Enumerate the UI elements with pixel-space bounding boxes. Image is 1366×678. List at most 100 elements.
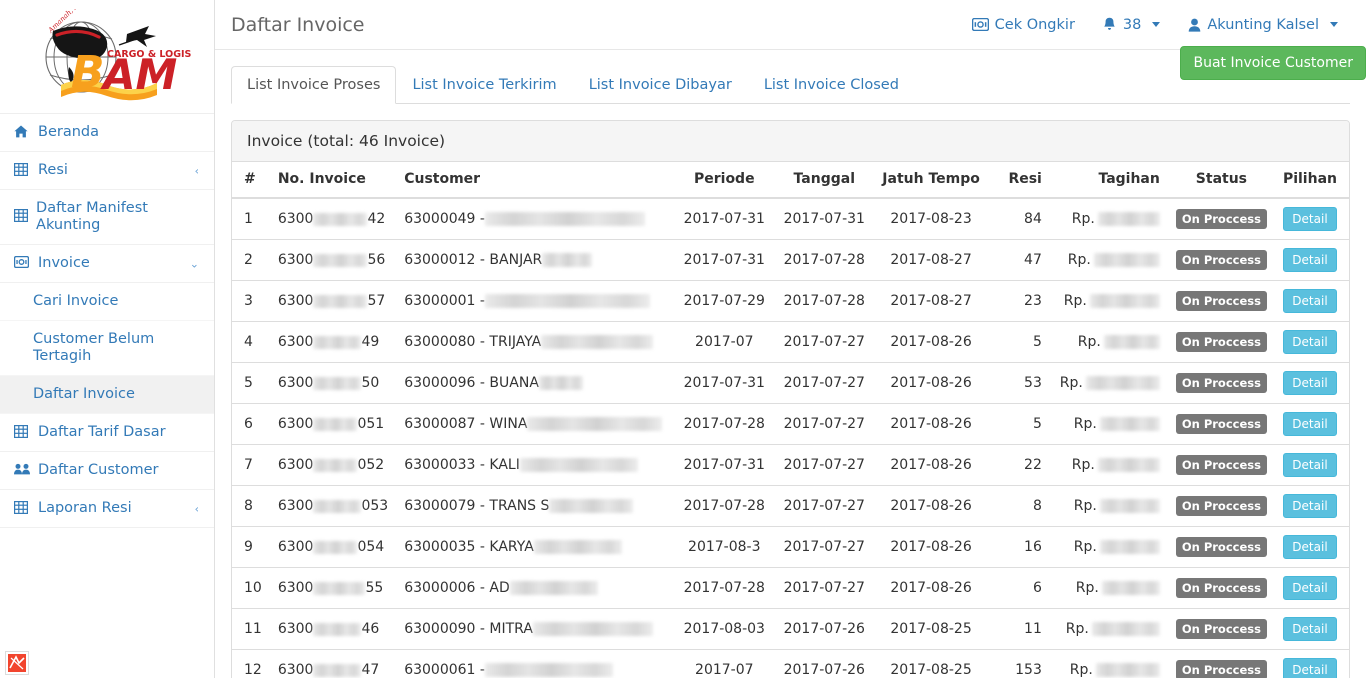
notifications-dropdown[interactable]: 38 [1089, 17, 1174, 33]
cell-customer: 63000033 - KALI [396, 444, 675, 486]
table-row[interactable]: 11 6300 46 63000090 - MITRA 2017-08-03 2017-0… [232, 608, 1349, 650]
col-header-status[interactable]: Status [1167, 162, 1275, 199]
cell-tanggal: 2017-07-26 [774, 649, 875, 678]
cell-periode: 2017-07-29 [674, 280, 775, 322]
col-header-periode[interactable]: Periode [674, 162, 775, 199]
detail-button[interactable]: Detail [1283, 617, 1337, 641]
sidebar-item-invoice[interactable]: Invoice ⌄ [0, 245, 214, 283]
user-menu-dropdown[interactable]: Akunting Kalsel [1174, 17, 1352, 33]
detail-button[interactable]: Detail [1283, 412, 1337, 436]
table-row[interactable]: 8 6300 053 63000079 - TRANS S 2017-07-28 2017… [232, 485, 1349, 527]
cell-tanggal: 2017-07-28 [774, 239, 875, 281]
table-row[interactable]: 5 6300 50 63000096 - BUANA 2017-07-31 2017-07… [232, 362, 1349, 404]
cell-index: 5 [232, 362, 270, 404]
currency-prefix: Rp. [1073, 498, 1097, 514]
cell-customer: 63000012 - BANJAR [396, 239, 675, 281]
cell-no-invoice: 6300 052 [269, 444, 397, 486]
sidebar-nav: Beranda Resi ‹ Daftar Manifest Akunting Invo… [0, 114, 214, 528]
table-row[interactable]: 12 6300 47 63000061 - 2017-07 2017-07-26 2017… [232, 649, 1349, 678]
redacted-text [313, 540, 358, 554]
cell-index: 11 [232, 608, 270, 650]
col-header-tanggal[interactable]: Tanggal [774, 162, 875, 199]
detail-button[interactable]: Detail [1283, 289, 1337, 313]
col-header-jatuh-tempo[interactable]: Jatuh Tempo [874, 162, 988, 199]
redacted-text [484, 663, 613, 677]
table-row[interactable]: 2 6300 56 63000012 - BANJAR 2017-07-31 2017-0… [232, 239, 1349, 281]
detail-button[interactable]: Detail [1283, 658, 1337, 678]
cell-pilihan: Detail [1274, 362, 1349, 404]
col-header-pilihan[interactable]: Pilihan [1274, 162, 1349, 199]
customer-name: 63000012 - BANJAR [404, 252, 593, 268]
status-badge: On Proccess [1175, 455, 1267, 475]
detail-button[interactable]: Detail [1283, 494, 1337, 518]
detail-button[interactable]: Detail [1283, 248, 1337, 272]
tagihan-amount: Rp. [1072, 457, 1160, 473]
redacted-text [313, 458, 358, 472]
tab-list-invoice-dibayar[interactable]: List Invoice Dibayar [573, 66, 748, 104]
cell-tagihan: Rp. [1049, 485, 1168, 527]
cek-ongkir-link[interactable]: Cek Ongkir [958, 17, 1089, 33]
table-row[interactable]: 1 6300 42 63000049 - 2017-07-31 2017-07-31 20… [232, 197, 1349, 240]
cell-tagihan: Rp. [1049, 280, 1168, 322]
brand-logo[interactable]: Amanah, Aman & Tepat B AM CARGO & LOGIST… [0, 0, 214, 114]
table-icon [14, 424, 31, 441]
tab-list-invoice-closed[interactable]: List Invoice Closed [748, 66, 915, 104]
sidebar-item-label: Invoice [38, 255, 90, 271]
cell-pilihan: Detail [1274, 321, 1349, 363]
tagihan-amount: Rp. [1066, 621, 1160, 637]
status-badge: On Proccess [1175, 373, 1267, 393]
detail-button[interactable]: Detail [1283, 330, 1337, 354]
cell-no-invoice: 6300 47 [269, 649, 397, 678]
sidebar: Amanah, Aman & Tepat B AM CARGO & LOGIST… [0, 0, 215, 678]
customer-code: 63000080 - TRIJAYA [404, 334, 542, 350]
sidebar-item-daftar-invoice[interactable]: Daftar Invoice [0, 376, 214, 414]
sidebar-item-laporan-resi[interactable]: Laporan Resi ‹ [0, 490, 214, 528]
detail-button[interactable]: Detail [1283, 207, 1337, 231]
table-row[interactable]: 7 6300 052 63000033 - KALI 2017-07-31 2017-07… [232, 444, 1349, 486]
sidebar-item-label: Daftar Invoice [33, 386, 135, 402]
detail-button[interactable]: Detail [1283, 535, 1337, 559]
currency-prefix: Rp. [1073, 539, 1097, 555]
cell-tanggal: 2017-07-27 [774, 567, 875, 609]
sidebar-item-daftar-tarif-dasar[interactable]: Daftar Tarif Dasar [0, 414, 214, 452]
cell-periode: 2017-07-28 [674, 567, 775, 609]
col-header-tagihan[interactable]: Tagihan [1049, 162, 1168, 199]
notifications-count: 38 [1122, 16, 1142, 33]
cell-status: On Proccess [1167, 567, 1275, 609]
sidebar-item-customer-belum-tertagih[interactable]: Customer Belum Tertagih [0, 321, 214, 376]
col-header-no-invoice[interactable]: No. Invoice [269, 162, 397, 199]
tab-list-invoice-proses[interactable]: List Invoice Proses [231, 66, 397, 104]
sidebar-item-daftar-manifest-akunting[interactable]: Daftar Manifest Akunting [0, 190, 214, 245]
detail-button[interactable]: Detail [1283, 576, 1337, 600]
cell-customer: 63000001 - [396, 280, 675, 322]
cell-status: On Proccess [1167, 197, 1275, 240]
tagihan-amount: Rp. [1070, 662, 1160, 678]
detail-button[interactable]: Detail [1283, 371, 1337, 395]
detail-button[interactable]: Detail [1283, 453, 1337, 477]
table-row[interactable]: 4 6300 49 63000080 - TRIJAYA 2017-07 2017-07-… [232, 321, 1349, 363]
invoice-prefix: 6300 [277, 416, 314, 432]
sidebar-item-resi[interactable]: Resi ‹ [0, 152, 214, 190]
table-row[interactable]: 3 6300 57 63000001 - 2017-07-29 2017-07-28 20… [232, 280, 1349, 322]
tray-app-icon[interactable] [5, 651, 29, 675]
customer-code: 63000079 - TRANS S [404, 498, 550, 514]
buat-invoice-customer-button[interactable]: Buat Invoice Customer [1180, 46, 1366, 80]
cell-tanggal: 2017-07-27 [774, 526, 875, 568]
cell-status: On Proccess [1167, 444, 1275, 486]
col-header-index[interactable]: # [232, 162, 270, 199]
cell-periode: 2017-07-31 [674, 444, 775, 486]
tab-list-invoice-terkirim[interactable]: List Invoice Terkirim [396, 66, 572, 104]
cell-periode: 2017-07-31 [674, 239, 775, 281]
table-row[interactable]: 9 6300 054 63000035 - KARYA 2017-08-3 2017-07… [232, 526, 1349, 568]
sidebar-item-cari-invoice[interactable]: Cari Invoice [0, 283, 214, 321]
sidebar-item-daftar-customer[interactable]: Daftar Customer [0, 452, 214, 490]
col-header-resi[interactable]: Resi [987, 162, 1050, 199]
col-header-customer[interactable]: Customer [396, 162, 675, 199]
invoice-suffix: 56 [367, 252, 386, 268]
table-row[interactable]: 6 6300 051 63000087 - WINA 2017-07-28 2017-07… [232, 403, 1349, 445]
sidebar-item-beranda[interactable]: Beranda [0, 114, 214, 152]
status-badge: On Proccess [1175, 414, 1267, 434]
cell-customer: 63000061 - [396, 649, 675, 678]
invoice-suffix: 50 [361, 375, 380, 391]
table-row[interactable]: 10 6300 55 63000006 - AD 2017-07-28 2017-07-2… [232, 567, 1349, 609]
